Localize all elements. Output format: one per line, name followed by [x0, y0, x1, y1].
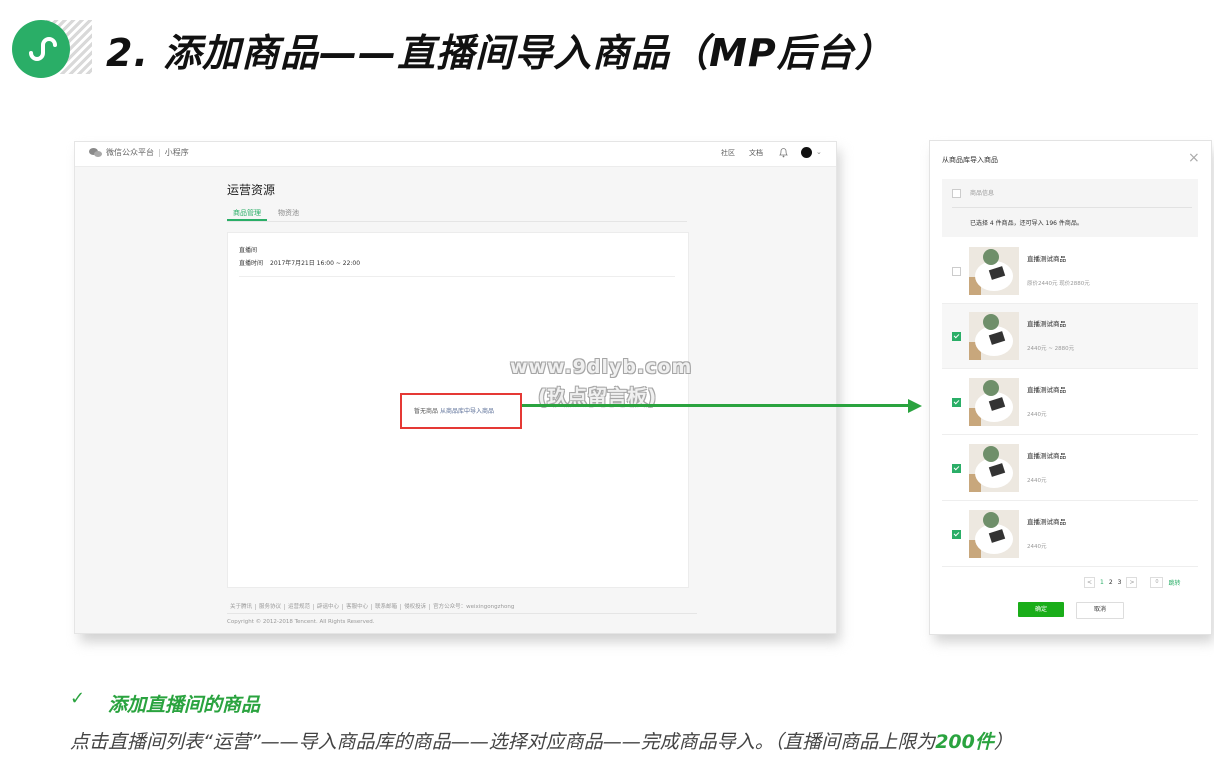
- product-thumbnail: [969, 247, 1019, 295]
- product-item[interactable]: 直播测试商品 原价2440元 现价2880元: [942, 239, 1198, 304]
- import-from-library-link[interactable]: 从商品库中导入商品: [440, 408, 494, 415]
- mp-console-panel: 微信公众平台 | 小程序 社区 文档 ⌄ 运营资源 商品管理 物资池 直播间 直…: [74, 141, 837, 634]
- wechat-icon: [89, 147, 102, 158]
- nav-community[interactable]: 社区: [721, 148, 735, 158]
- jump-page-input[interactable]: 0: [1150, 577, 1164, 588]
- empty-state: 暂无商品 从商品库中导入商品: [414, 406, 494, 415]
- product-price: 2440元 ~ 2880元: [1027, 346, 1075, 352]
- next-page-button[interactable]: >: [1126, 577, 1138, 588]
- arrow-line: [522, 404, 910, 407]
- tab-product-management[interactable]: 商品管理: [233, 208, 261, 218]
- product-name: 直播测试商品: [1027, 518, 1066, 526]
- close-icon[interactable]: ×: [1188, 150, 1200, 166]
- mp-topbar: 微信公众平台 | 小程序 社区 文档 ⌄: [75, 142, 836, 167]
- page-1[interactable]: 1: [1100, 579, 1104, 586]
- bell-icon[interactable]: [779, 147, 788, 158]
- product-thumbnail: [969, 444, 1019, 492]
- confirm-button[interactable]: 确定: [1018, 602, 1064, 617]
- product-checkbox[interactable]: [952, 464, 961, 473]
- product-name: 直播测试商品: [1027, 386, 1066, 394]
- footer-link[interactable]: 关于腾讯: [227, 604, 257, 610]
- card-divider: [239, 276, 675, 277]
- arrow-head-icon: [908, 399, 922, 413]
- step-description: 点击直播间列表“运营”——导入商品库的商品——选择对应商品——完成商品导入。（直…: [70, 727, 1013, 754]
- empty-state-highlight: 暂无商品 从商品库中导入商品: [400, 393, 522, 429]
- footer-link[interactable]: 侵权投诉: [401, 604, 431, 610]
- import-dialog: 从商品库导入商品 × 商品信息 已选择 4 件商品，还可导入 196 件商品。 …: [929, 140, 1212, 635]
- product-item[interactable]: 直播测试商品 2440元 ~ 2880元: [942, 304, 1198, 369]
- watermark-url: www.9dlyb.com: [510, 356, 693, 378]
- nav-docs[interactable]: 文档: [749, 148, 763, 158]
- product-checkbox[interactable]: [952, 332, 961, 341]
- select-all-checkbox[interactable]: [952, 189, 961, 198]
- check-icon: ✓: [70, 688, 86, 709]
- desc-limit-highlight: 200件: [935, 731, 994, 753]
- product-thumbnail: [969, 510, 1019, 558]
- footer-links: 关于腾讯 服务协议 运营规范 辟谣中心 客服中心 联系邮箱 侵权投诉 官方公众号：weixin…: [227, 602, 517, 610]
- tab-divider: [227, 221, 687, 222]
- jump-button[interactable]: 跳转: [1168, 578, 1180, 587]
- product-checkbox[interactable]: [952, 398, 961, 407]
- mp-brand-name: 微信公众平台: [106, 148, 154, 157]
- desc-end: ）: [993, 731, 1013, 753]
- prev-page-button[interactable]: <: [1084, 577, 1095, 588]
- empty-state-text: 暂无商品: [414, 408, 439, 415]
- page-2[interactable]: 2: [1109, 579, 1113, 586]
- product-name: 直播测试商品: [1027, 255, 1066, 263]
- product-item[interactable]: 直播测试商品 2440元: [942, 370, 1198, 435]
- product-item[interactable]: 直播测试商品 2440元: [942, 436, 1198, 501]
- active-tab-underline: [227, 219, 267, 221]
- pagination: < 1 2 3 > 0 跳转: [1084, 577, 1181, 588]
- product-thumbnail: [969, 312, 1019, 360]
- live-time-label: 直播时间: [239, 260, 264, 267]
- dialog-title: 从商品库导入商品: [942, 156, 998, 164]
- copyright: Copyright © 2012-2018 Tencent. All Right…: [227, 619, 375, 625]
- footer-link[interactable]: 运营规范: [285, 604, 315, 610]
- footer-link[interactable]: 服务协议: [256, 604, 286, 610]
- product-thumbnail: [969, 378, 1019, 426]
- operations-heading: 运营资源: [227, 183, 276, 197]
- column-product-info: 商品信息: [970, 190, 995, 197]
- mp-product-name: 小程序: [164, 148, 189, 157]
- product-name: 直播测试商品: [1027, 452, 1066, 460]
- footer-link[interactable]: 辟谣中心: [314, 604, 344, 610]
- page-title: 2. 添加商品——直播间导入商品（MP后台）: [106, 31, 894, 75]
- product-checkbox[interactable]: [952, 530, 961, 539]
- avatar[interactable]: [801, 147, 812, 158]
- desc-main: 点击直播间列表“运营”——导入商品库的商品——选择对应商品——完成商品导入。（直…: [70, 731, 936, 753]
- product-price: 2440元: [1027, 544, 1047, 550]
- dialog-table-header: 商品信息 已选择 4 件商品，还可导入 196 件商品。: [942, 179, 1198, 237]
- header-divider: [952, 207, 1192, 208]
- product-price: 2440元: [1027, 412, 1047, 418]
- chevron-down-icon[interactable]: ⌄: [816, 148, 822, 156]
- footer-link[interactable]: 官方公众号：weixingongzhong: [430, 604, 517, 610]
- product-item[interactable]: 直播测试商品 2440元: [942, 502, 1198, 567]
- mp-brand[interactable]: 微信公众平台 | 小程序: [89, 147, 189, 158]
- footer-link[interactable]: 联系邮箱: [372, 604, 402, 610]
- product-name: 直播测试商品: [1027, 320, 1066, 328]
- mini-program-logo-icon: [12, 20, 70, 78]
- section-subtitle: 添加直播间的商品: [108, 694, 261, 716]
- page-3[interactable]: 3: [1118, 579, 1122, 586]
- product-checkbox[interactable]: [952, 267, 961, 276]
- footer-link[interactable]: 客服中心: [343, 604, 373, 610]
- live-room-label: 直播间: [239, 247, 258, 254]
- footer-divider: [227, 613, 697, 614]
- live-time-value: 2017年7月21日 16:00 ~ 22:00: [270, 260, 361, 267]
- product-price: 2440元: [1027, 478, 1047, 484]
- cancel-button[interactable]: 取消: [1076, 602, 1124, 619]
- product-price: 原价2440元 现价2880元: [1027, 281, 1090, 287]
- live-room-card: 直播间 直播时间 2017年7月21日 16:00 ~ 22:00 暂无商品 从…: [227, 232, 689, 588]
- tab-material-pool[interactable]: 物资池: [278, 208, 299, 218]
- selection-summary: 已选择 4 件商品，还可导入 196 件商品。: [970, 220, 1083, 227]
